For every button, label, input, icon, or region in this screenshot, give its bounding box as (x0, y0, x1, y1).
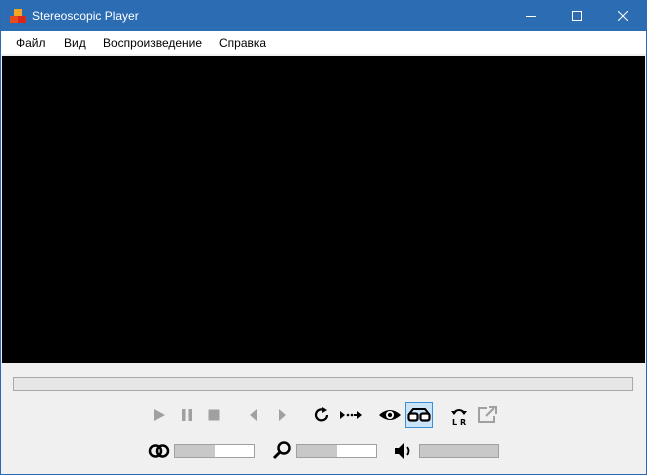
eye-view-icon (379, 410, 401, 420)
svg-text:L: L (452, 418, 457, 426)
swap-left-right-button[interactable]: L R (447, 404, 471, 428)
volume-icon-label (392, 440, 416, 462)
seek-bar[interactable] (13, 377, 633, 391)
menu-view[interactable]: Вид (64, 36, 86, 50)
stop-icon (208, 409, 220, 421)
zoom-icon-label (271, 439, 293, 461)
fullscreen-icon (478, 406, 497, 423)
loop-icon (314, 407, 329, 422)
close-button[interactable] (600, 1, 646, 31)
menu-help[interactable]: Справка (219, 36, 266, 50)
zoom-slider[interactable] (296, 444, 377, 458)
jump-button[interactable] (337, 404, 365, 426)
stereo-rings-icon (148, 444, 170, 458)
speaker-icon (395, 443, 410, 459)
menu-file[interactable]: Файл (16, 36, 46, 50)
play-icon (154, 409, 165, 421)
maximize-button[interactable] (554, 1, 600, 31)
swap-left-right-icon: L R (451, 409, 467, 426)
loop-button[interactable] (311, 404, 333, 426)
player-window: Stereoscopic Player Файл Вид Воспроизвед… (0, 0, 647, 475)
menu-bar: Файл Вид Воспроизведение Справка (1, 31, 646, 55)
magnifier-icon (272, 441, 291, 460)
next-frame-button[interactable] (272, 404, 292, 426)
previous-frame-icon (250, 409, 257, 421)
pause-button[interactable] (177, 404, 197, 426)
stereoscopic-player-logo-icon (9, 8, 27, 24)
jump-icon (340, 411, 362, 419)
close-icon (618, 11, 628, 21)
volume-slider[interactable] (419, 444, 499, 458)
play-button[interactable] (149, 404, 169, 426)
eye-view-button[interactable] (377, 404, 403, 426)
stop-button[interactable] (204, 404, 224, 426)
stereo-offset-icon-label (147, 441, 171, 461)
svg-text:R: R (460, 418, 466, 426)
title-bar: Stereoscopic Player (1, 1, 646, 31)
fullscreen-button[interactable] (475, 404, 499, 426)
anaglyph-glasses-toggle[interactable] (405, 402, 433, 428)
anaglyph-glasses-icon (407, 408, 431, 422)
zoom-slider-fill (297, 445, 337, 457)
video-display[interactable] (2, 56, 645, 363)
minimize-button[interactable] (508, 1, 554, 31)
stereo-offset-slider[interactable] (174, 444, 255, 458)
minimize-icon (526, 16, 536, 17)
maximize-icon (572, 11, 582, 21)
menu-playback[interactable]: Воспроизведение (103, 36, 202, 50)
next-frame-icon (279, 409, 286, 421)
window-title: Stereoscopic Player (32, 9, 139, 23)
pause-icon (182, 409, 192, 421)
stereo-offset-slider-fill (175, 445, 215, 457)
previous-frame-button[interactable] (244, 404, 264, 426)
